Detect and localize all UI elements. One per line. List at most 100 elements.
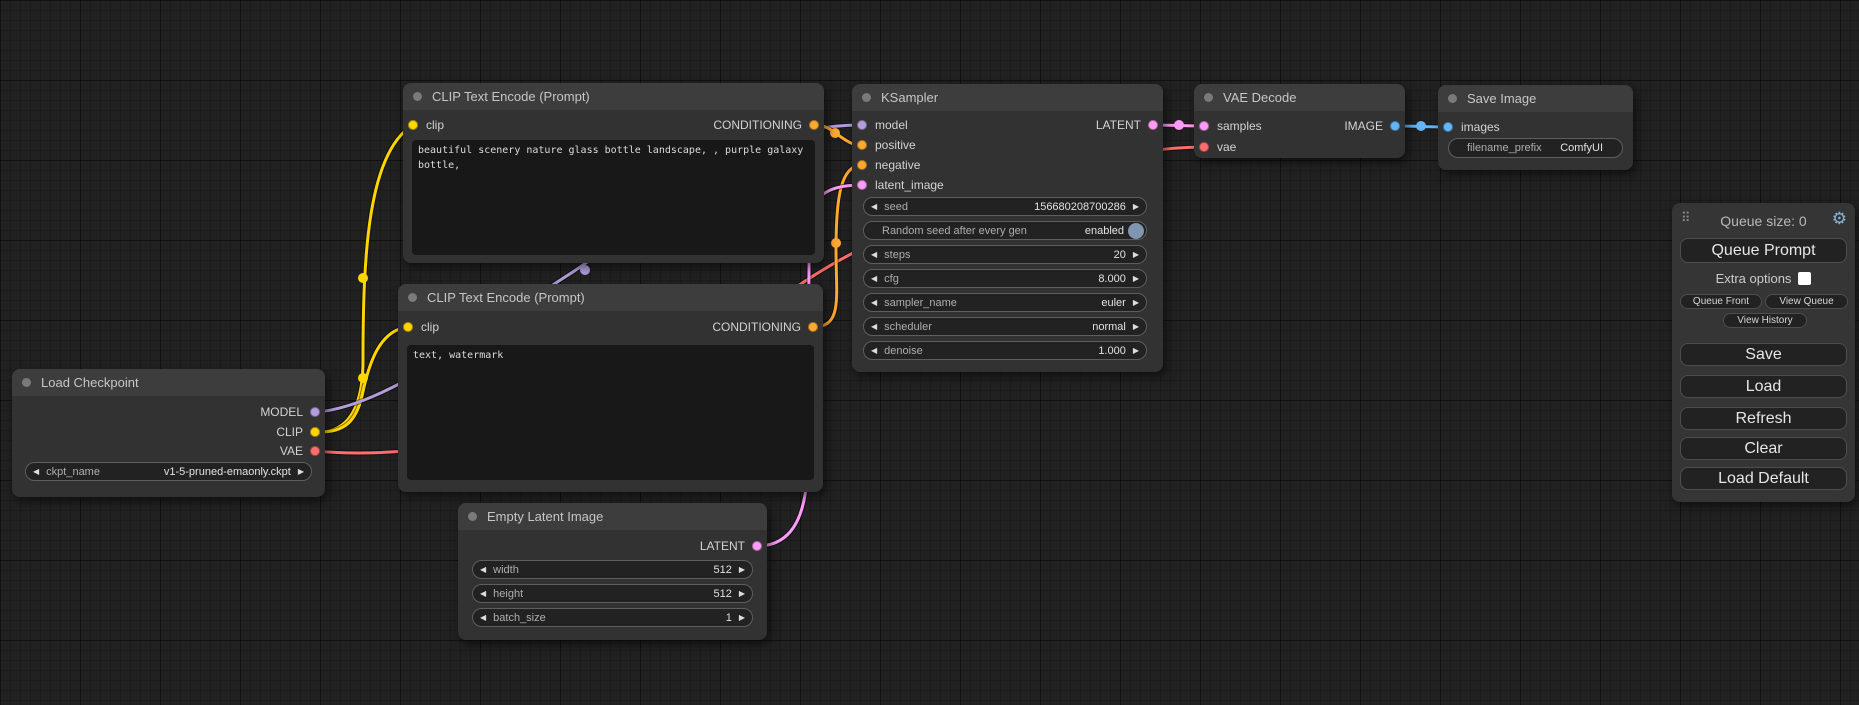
output-slot-image[interactable]: IMAGE	[1344, 116, 1400, 136]
increment-arrow-icon[interactable]: ▶	[298, 468, 304, 476]
link-model-to-ksampler-midpoint-dot[interactable]	[580, 265, 590, 275]
node-title-bar[interactable]: VAE Decode	[1194, 84, 1405, 111]
load-default-button[interactable]: Load Default	[1680, 467, 1847, 490]
decrement-arrow-icon[interactable]: ◀	[871, 299, 877, 307]
input-slot-negative[interactable]: negative	[857, 155, 920, 175]
save-button[interactable]: Save	[1680, 343, 1847, 366]
node-title-bar[interactable]: Empty Latent Image	[458, 503, 767, 530]
link-image-to-saveimage-midpoint-dot[interactable]	[1416, 121, 1426, 131]
node-clip-text-encode-negative[interactable]: CLIP Text Encode (Prompt) clip CONDITION…	[398, 284, 823, 492]
ckpt-name-widget[interactable]: ◀ ckpt_name v1-5-pruned-emaonly.ckpt ▶	[25, 462, 312, 481]
output-slot-model[interactable]: MODEL	[260, 402, 320, 422]
input-slot-positive[interactable]: positive	[857, 135, 916, 155]
extra-options-checkbox[interactable]	[1798, 272, 1811, 285]
width-widget[interactable]: ◀ width 512 ▶	[472, 560, 753, 579]
view-history-button[interactable]: View History	[1723, 313, 1807, 328]
model-slot-dot[interactable]	[310, 407, 320, 417]
image-slot-dot[interactable]	[1443, 122, 1453, 132]
decrement-arrow-icon[interactable]: ◀	[871, 323, 877, 331]
latent-slot-dot[interactable]	[857, 180, 867, 190]
random-seed-toggle-widget[interactable]: Random seed after every gen enabled	[863, 221, 1147, 240]
input-slot-vae[interactable]: vae	[1199, 137, 1236, 157]
denoise-widget[interactable]: ◀ denoise 1.000 ▶	[863, 341, 1147, 360]
output-slot-vae[interactable]: VAE	[280, 441, 320, 461]
increment-arrow-icon[interactable]: ▶	[739, 614, 745, 622]
link-positive-conditioning-midpoint-dot[interactable]	[830, 128, 840, 138]
latent-slot-dot[interactable]	[1199, 121, 1209, 131]
collapse-dot-icon[interactable]	[468, 512, 477, 521]
collapse-dot-icon[interactable]	[408, 293, 417, 302]
output-slot-conditioning[interactable]: CONDITIONING	[712, 317, 818, 337]
settings-gear-icon[interactable]: ⚙	[1832, 210, 1847, 227]
output-slot-latent[interactable]: LATENT	[700, 536, 762, 556]
increment-arrow-icon[interactable]: ▶	[1133, 347, 1139, 355]
latent-slot-dot[interactable]	[752, 541, 762, 551]
model-slot-dot[interactable]	[857, 120, 867, 130]
collapse-dot-icon[interactable]	[862, 93, 871, 102]
decrement-arrow-icon[interactable]: ◀	[480, 590, 486, 598]
view-queue-button[interactable]: View Queue	[1765, 294, 1848, 309]
drag-handle-icon[interactable]: ⠿	[1681, 211, 1691, 224]
node-save-image[interactable]: Save Image images filename_prefix ComfyU…	[1438, 85, 1633, 170]
node-title-bar[interactable]: Load Checkpoint	[12, 369, 325, 396]
output-slot-conditioning[interactable]: CONDITIONING	[713, 115, 819, 135]
node-title-bar[interactable]: CLIP Text Encode (Prompt)	[403, 83, 824, 110]
node-title-bar[interactable]: CLIP Text Encode (Prompt)	[398, 284, 823, 311]
negative-prompt-textarea[interactable]: text, watermark	[407, 345, 814, 480]
node-ksampler[interactable]: KSampler model positive negative latent_…	[852, 84, 1163, 372]
conditioning-slot-dot[interactable]	[808, 322, 818, 332]
collapse-dot-icon[interactable]	[1448, 94, 1457, 103]
increment-arrow-icon[interactable]: ▶	[1133, 299, 1139, 307]
decrement-arrow-icon[interactable]: ◀	[871, 275, 877, 283]
node-vae-decode[interactable]: VAE Decode samples vae IMAGE	[1194, 84, 1405, 158]
link-clip-to-negative-prompt-midpoint-dot[interactable]	[358, 373, 368, 383]
input-slot-latent-image[interactable]: latent_image	[857, 175, 944, 195]
vae-slot-dot[interactable]	[310, 446, 320, 456]
collapse-dot-icon[interactable]	[1204, 93, 1213, 102]
queue-prompt-button[interactable]: Queue Prompt	[1680, 238, 1847, 263]
clip-slot-dot[interactable]	[408, 120, 418, 130]
node-load-checkpoint[interactable]: Load Checkpoint MODEL CLIP VAE ◀ ckpt_na…	[12, 369, 325, 497]
clear-button[interactable]: Clear	[1680, 437, 1847, 460]
positive-prompt-textarea[interactable]: beautiful scenery nature glass bottle la…	[412, 140, 815, 255]
conditioning-slot-dot[interactable]	[857, 160, 867, 170]
batch-size-widget[interactable]: ◀ batch_size 1 ▶	[472, 608, 753, 627]
filename-prefix-widget[interactable]: filename_prefix ComfyUI	[1448, 138, 1623, 158]
link-negative-conditioning-midpoint-dot[interactable]	[831, 238, 841, 248]
steps-widget[interactable]: ◀ steps 20 ▶	[863, 245, 1147, 264]
input-slot-images[interactable]: images	[1443, 117, 1500, 137]
decrement-arrow-icon[interactable]: ◀	[480, 566, 486, 574]
collapse-dot-icon[interactable]	[22, 378, 31, 387]
node-clip-text-encode-positive[interactable]: CLIP Text Encode (Prompt) clip CONDITION…	[403, 83, 824, 263]
collapse-dot-icon[interactable]	[413, 92, 422, 101]
node-title-bar[interactable]: KSampler	[852, 84, 1163, 111]
increment-arrow-icon[interactable]: ▶	[1133, 203, 1139, 211]
clip-slot-dot[interactable]	[403, 322, 413, 332]
increment-arrow-icon[interactable]: ▶	[739, 566, 745, 574]
increment-arrow-icon[interactable]: ▶	[1133, 323, 1139, 331]
clip-slot-dot[interactable]	[310, 427, 320, 437]
vae-slot-dot[interactable]	[1199, 142, 1209, 152]
decrement-arrow-icon[interactable]: ◀	[871, 251, 877, 259]
cfg-widget[interactable]: ◀ cfg 8.000 ▶	[863, 269, 1147, 288]
image-slot-dot[interactable]	[1390, 121, 1400, 131]
decrement-arrow-icon[interactable]: ◀	[480, 614, 486, 622]
height-widget[interactable]: ◀ height 512 ▶	[472, 584, 753, 603]
conditioning-slot-dot[interactable]	[809, 120, 819, 130]
scheduler-widget[interactable]: ◀ scheduler normal ▶	[863, 317, 1147, 336]
seed-widget[interactable]: ◀ seed 156680208700286 ▶	[863, 197, 1147, 216]
decrement-arrow-icon[interactable]: ◀	[871, 347, 877, 355]
refresh-button[interactable]: Refresh	[1680, 407, 1847, 430]
output-slot-clip[interactable]: CLIP	[276, 422, 320, 442]
node-graph-canvas[interactable]: Load Checkpoint MODEL CLIP VAE ◀ ckpt_na…	[0, 0, 1859, 705]
decrement-arrow-icon[interactable]: ◀	[871, 203, 877, 211]
toggle-knob-icon[interactable]	[1128, 223, 1144, 239]
increment-arrow-icon[interactable]: ▶	[1133, 251, 1139, 259]
sampler-name-widget[interactable]: ◀ sampler_name euler ▶	[863, 293, 1147, 312]
node-empty-latent-image[interactable]: Empty Latent Image LATENT ◀ width 512 ▶ …	[458, 503, 767, 640]
link-ksampler-latent-to-samples-midpoint-dot[interactable]	[1174, 120, 1184, 130]
input-slot-clip[interactable]: clip	[403, 317, 439, 337]
latent-slot-dot[interactable]	[1148, 120, 1158, 130]
node-title-bar[interactable]: Save Image	[1438, 85, 1633, 112]
input-slot-model[interactable]: model	[857, 115, 908, 135]
